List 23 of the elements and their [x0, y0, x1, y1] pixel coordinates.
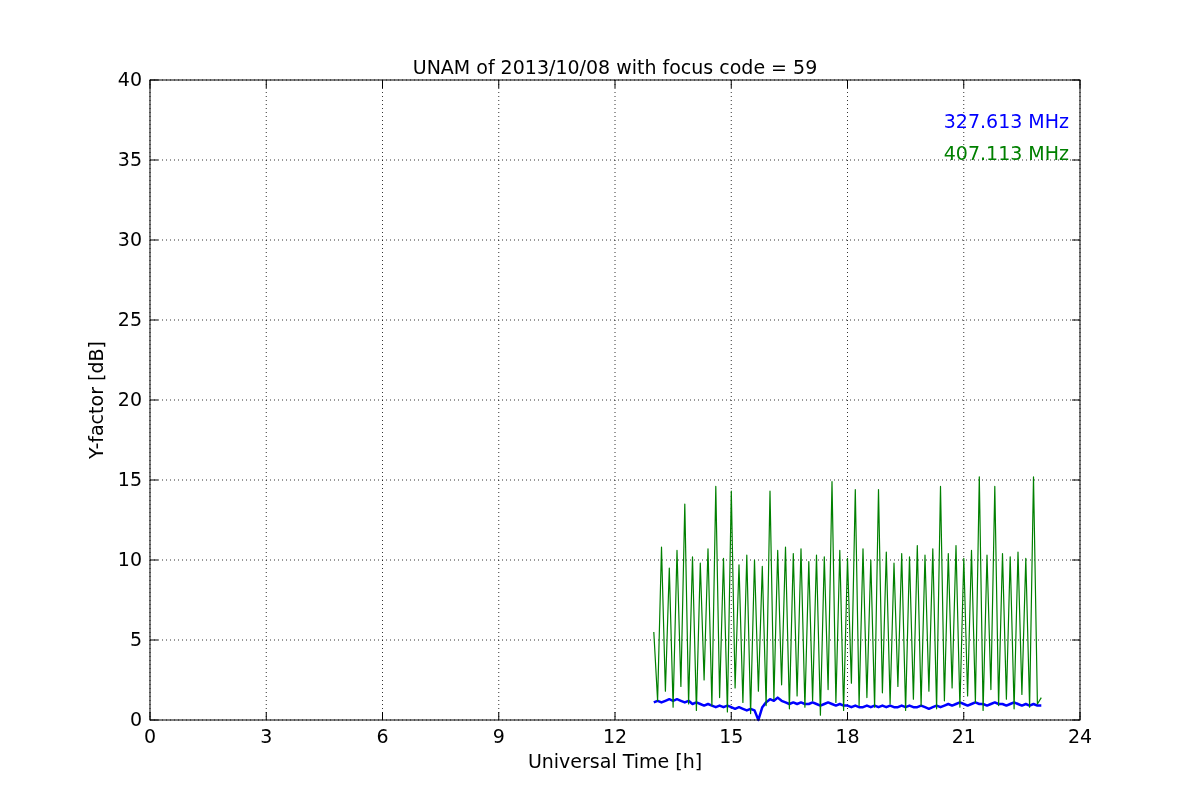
y-tick-label: 20 [117, 388, 142, 410]
x-tick-label: 21 [951, 725, 976, 747]
x-tick-label: 6 [376, 725, 389, 747]
y-tick-label: 0 [129, 708, 142, 730]
legend-label: 327.613 MHz [943, 110, 1069, 132]
y-tick-label: 40 [117, 68, 142, 90]
x-tick-label: 15 [719, 725, 744, 747]
y-tick-label: 25 [117, 308, 142, 330]
x-tick-label: 3 [260, 725, 273, 747]
y-tick-label: 15 [117, 468, 142, 490]
y-tick-label: 10 [117, 548, 142, 570]
x-tick-label: 24 [1067, 725, 1093, 747]
x-tick-label: 0 [143, 725, 157, 747]
x-tick-label: 12 [602, 725, 628, 747]
y-tick-label: 35 [117, 148, 142, 170]
y-tick-label: 30 [117, 228, 142, 250]
x-tick-label: 18 [835, 725, 860, 747]
y-axis-label: Y-factor [dB] [85, 341, 107, 459]
y-tick-label: 5 [129, 628, 142, 650]
x-tick-label: 9 [492, 725, 505, 747]
chart-title: UNAM of 2013/10/08 with focus code = 59 [412, 56, 818, 78]
x-axis-label: Universal Time [h] [527, 750, 703, 772]
legend-label: 407.113 MHz [943, 142, 1069, 164]
